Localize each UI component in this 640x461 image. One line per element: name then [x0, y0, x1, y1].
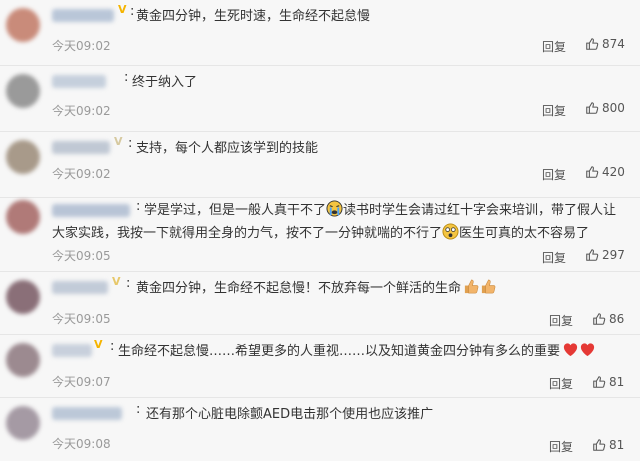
like-count: 800 — [602, 101, 625, 115]
comment-time: 今天09:07 — [52, 375, 111, 389]
comment-time: 今天09:02 — [52, 167, 111, 181]
like-count: 420 — [602, 165, 625, 179]
thumbs-up-outline-icon — [593, 439, 606, 451]
comment-text: 支持，每个人都应该学到的技能 — [136, 141, 319, 156]
comment-text: 黄金四分钟，生死时速，生命经不起怠慢 — [136, 9, 371, 24]
red-heart-emoji — [563, 343, 578, 357]
reply-button[interactable]: 回复 — [542, 38, 566, 55]
reply-button[interactable]: 回复 — [549, 438, 573, 455]
thumbs-up-outline-icon — [586, 38, 599, 50]
comment-list: V : 黄金四分钟，生死时速，生命经不起怠慢 今天09:02 回复 874 : … — [0, 0, 640, 461]
vip-badge-icon: V — [94, 338, 103, 351]
like-button[interactable]: 81 — [592, 375, 624, 389]
avatar[interactable] — [6, 140, 40, 174]
comment-text-body: 生命经不起怠慢……希望更多的人重视……以及知道黄金四分钟有多么的重要 — [118, 344, 561, 359]
colon: : — [110, 339, 115, 354]
comment-item: V : 支持，每个人都应该学到的技能 今天09:02 回复 420 — [0, 132, 640, 198]
avatar[interactable] — [6, 343, 40, 377]
thumbs-up-emoji — [464, 279, 479, 294]
comment-text: 黄金四分钟，生命经不起怠慢！不放弃每一个鲜活的生命 — [136, 277, 497, 300]
comment-item: : 还有那个心脏电除颤AED电击那个使用也应该推广 今天09:08 回复 81 — [0, 398, 640, 461]
comment-item: : 终于纳入了 今天09:02 回复 800 — [0, 66, 640, 132]
comment-time: 今天09:02 — [52, 104, 111, 118]
thumbs-up-outline-icon — [586, 102, 599, 114]
red-heart-emoji — [580, 343, 595, 357]
comment-text: 终于纳入了 — [132, 75, 198, 90]
like-button[interactable]: 420 — [585, 165, 625, 179]
like-count: 86 — [609, 312, 625, 326]
colon: : — [126, 276, 131, 291]
vip-badge-icon: V — [112, 275, 121, 288]
comment-time: 今天09:05 — [52, 312, 111, 326]
colon: : — [128, 136, 133, 151]
avatar[interactable] — [6, 406, 40, 440]
like-button[interactable]: 86 — [592, 312, 624, 326]
like-button[interactable]: 297 — [585, 248, 625, 262]
vip-badge-icon: V — [114, 135, 123, 148]
reply-button[interactable]: 回复 — [542, 166, 566, 183]
thumbs-up-outline-icon — [586, 249, 599, 261]
like-button[interactable]: 800 — [585, 101, 625, 115]
username[interactable] — [52, 344, 92, 357]
thumbs-up-outline-icon — [593, 313, 606, 325]
username[interactable] — [52, 75, 106, 88]
colon: : — [136, 402, 141, 417]
avatar[interactable] — [6, 200, 40, 234]
comment-text: 还有那个心脏电除颤AED电击那个使用也应该推广 — [146, 407, 434, 422]
comment-item: V : 黄金四分钟，生死时速，生命经不起怠慢 今天09:02 回复 874 — [0, 0, 640, 66]
username[interactable] — [52, 407, 122, 420]
dizzy-face-emoji — [442, 223, 459, 240]
like-button[interactable]: 81 — [592, 438, 624, 452]
comment-text-part1: 学是学过，但是一般人真干不了 — [144, 203, 327, 218]
vip-badge-icon: V — [118, 3, 127, 16]
comment-text-body: 黄金四分钟，生命经不起怠慢！不放弃每一个鲜活的生命 — [136, 281, 462, 296]
comment-time: 今天09:05 — [52, 249, 111, 263]
username[interactable] — [52, 281, 108, 294]
sobbing-face-emoji — [326, 200, 343, 217]
avatar[interactable] — [6, 74, 40, 108]
thumbs-up-outline-icon — [586, 166, 599, 178]
reply-button[interactable]: 回复 — [542, 249, 566, 266]
colon: : — [124, 70, 129, 85]
like-count: 81 — [609, 438, 625, 452]
comment-text: 学是学过，但是一般人真干不了 读书时学生会请过红十字会来培训，带了假人让大家实践，… — [52, 199, 622, 245]
comment-time: 今天09:08 — [52, 437, 111, 451]
comment-item: : 学是学过，但是一般人真干不了 读书时学生会请过红十字会来培训，带了假人让大家实… — [0, 190, 640, 272]
like-count: 874 — [602, 37, 625, 51]
thumbs-up-outline-icon — [593, 376, 606, 388]
comment-time: 今天09:02 — [52, 39, 111, 53]
avatar[interactable] — [6, 8, 40, 42]
like-count: 81 — [609, 375, 625, 389]
avatar[interactable] — [6, 280, 40, 314]
reply-button[interactable]: 回复 — [549, 375, 573, 392]
username[interactable] — [52, 9, 114, 22]
reply-button[interactable]: 回复 — [542, 102, 566, 119]
like-count: 297 — [602, 248, 625, 262]
comment-text-part3: 医生可真的太不容易了 — [459, 226, 590, 241]
colon: : — [130, 4, 135, 19]
username[interactable] — [52, 141, 110, 154]
reply-button[interactable]: 回复 — [549, 312, 573, 329]
comment-item: V : 生命经不起怠慢……希望更多的人重视……以及知道黄金四分钟有多么的重要 今… — [0, 335, 640, 398]
comment-item: V : 黄金四分钟，生命经不起怠慢！不放弃每一个鲜活的生命 今天09:05 回复… — [0, 272, 640, 335]
comment-text: 生命经不起怠慢……希望更多的人重视……以及知道黄金四分钟有多么的重要 — [118, 340, 596, 363]
thumbs-up-emoji — [481, 279, 496, 294]
like-button[interactable]: 874 — [585, 37, 625, 51]
